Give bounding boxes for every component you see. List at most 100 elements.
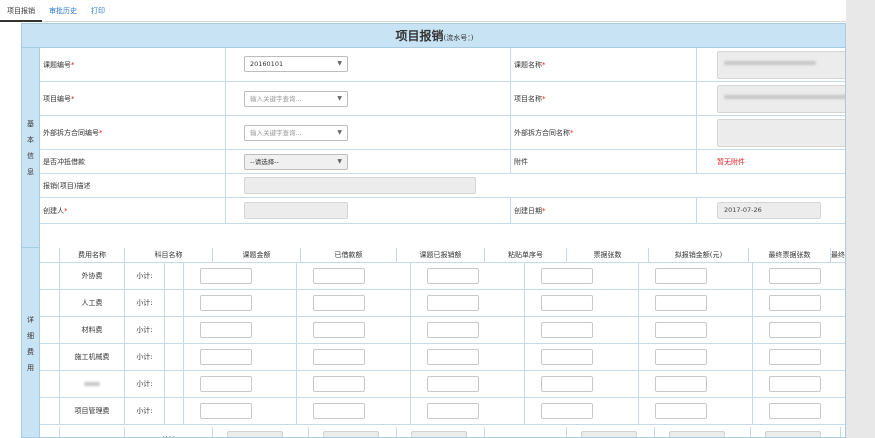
amount-input[interactable] (541, 295, 593, 311)
topic-name-label: 课题名称* (514, 60, 546, 69)
subtotal-label: 小计: (125, 317, 165, 343)
amount-input[interactable] (427, 322, 479, 338)
project-code-label: 项目编号* (43, 94, 75, 103)
amount-input[interactable] (200, 268, 252, 284)
amount-input[interactable] (313, 322, 365, 338)
amount-input[interactable] (313, 376, 365, 392)
amount-input[interactable] (200, 295, 252, 311)
subtotal-label: 小计: (125, 371, 165, 397)
amount-input[interactable] (655, 268, 707, 284)
amount-input[interactable] (541, 376, 593, 392)
reimburse-form: 项目报销(流水号：) 基 本 信 息 详 细 费 用 课题编号* 2016010… (21, 23, 846, 438)
attachment-label: 附件 (514, 157, 528, 166)
amount-input[interactable] (427, 403, 479, 419)
total-row: 总计 (40, 427, 845, 437)
side-label-detail: 详 细 费 用 (22, 248, 40, 437)
amount-input[interactable] (200, 349, 252, 365)
amount-input[interactable] (541, 349, 593, 365)
expense-detail-table: 费用名称 科目名称 课题金额 已借款额 课题已报销额 粘贴单序号 票据张数 拟报… (40, 248, 845, 437)
col-expense-name: 费用名称 (60, 248, 125, 262)
row-creator: 创建人* 创建日期* 2017-07-26 (40, 198, 845, 224)
amount-input[interactable] (541, 268, 593, 284)
amount-input[interactable] (427, 349, 479, 365)
amount-input[interactable] (655, 376, 707, 392)
amount-input[interactable] (769, 403, 821, 419)
table-row: 材料费 小计: (40, 317, 845, 344)
amount-input[interactable] (313, 295, 365, 311)
total-amount (669, 431, 725, 437)
serial-number: (流水号：) (443, 34, 474, 42)
col-borrowed: 已借款额 (301, 248, 397, 262)
col-bill-count: 票据张数 (567, 248, 649, 262)
total-reimbursed (411, 431, 467, 437)
amount-input[interactable] (427, 268, 479, 284)
subtotal-label: 小计: (125, 344, 165, 370)
expense-name-cell: 外协费 (60, 263, 125, 289)
contract-code-search-select[interactable]: 输入关键字查询... ▼ (244, 125, 348, 141)
amount-input[interactable] (769, 268, 821, 284)
topic-name-field (717, 51, 845, 79)
amount-input[interactable] (655, 322, 707, 338)
amount-input[interactable] (769, 322, 821, 338)
amount-input[interactable] (655, 403, 707, 419)
project-code-search-select[interactable]: 输入关键字查询... ▼ (244, 91, 348, 107)
topic-code-select[interactable]: 20160101 ▼ (244, 56, 348, 72)
offset-select[interactable]: --请选择-- ▼ (244, 154, 348, 170)
table-row: 小计: (40, 371, 845, 398)
chevron-down-icon: ▼ (337, 95, 342, 102)
project-name-label: 项目名称* (514, 94, 546, 103)
page: 项目报销 审批历史 打印 项目报销(流水号：) 基 本 信 息 详 细 费 用 … (0, 0, 846, 438)
col-final-bills: 最终票据张数 (749, 248, 831, 262)
table-row: 施工机械费 小计: (40, 344, 845, 371)
amount-input[interactable] (200, 403, 252, 419)
amount-input[interactable] (313, 349, 365, 365)
col-amount: 拟报销金额(元) (649, 248, 749, 262)
subtotal-label: 小计: (125, 398, 165, 424)
col-paste-seq: 粘贴单序号 (485, 248, 567, 262)
row-topic: 课题编号* 20160101 ▼ 课题名称* (40, 48, 845, 82)
side-label-basic: 基 本 信 息 (22, 48, 40, 248)
tab-print[interactable]: 打印 (84, 0, 112, 22)
total-bill-count (581, 431, 637, 437)
total-borrowed (323, 431, 379, 437)
chevron-down-icon: ▼ (337, 129, 342, 136)
amount-input[interactable] (313, 403, 365, 419)
amount-input[interactable] (769, 295, 821, 311)
amount-input[interactable] (541, 322, 593, 338)
amount-input[interactable] (200, 376, 252, 392)
contract-code-label: 外部拆方合同编号* (43, 128, 103, 137)
amount-input[interactable] (769, 349, 821, 365)
amount-input[interactable] (427, 295, 479, 311)
topic-code-label: 课题编号* (43, 60, 75, 69)
row-contract: 外部拆方合同编号* 输入关键字查询... ▼ 外部拆方合同名称* (40, 116, 845, 150)
total-final-bills (765, 431, 821, 437)
creator-field (244, 202, 348, 219)
table-row: 项目管理费 小计: (40, 398, 845, 425)
amount-input[interactable] (541, 403, 593, 419)
row-description: 报销(项目)描述 (40, 174, 845, 198)
col-final-amount: 最终报 (831, 251, 845, 259)
offset-label: 是否冲抵借款 (43, 157, 85, 166)
description-label: 报销(项目)描述 (43, 181, 91, 190)
total-topic-amount (227, 431, 283, 437)
expense-name-cell (60, 371, 125, 397)
amount-input[interactable] (313, 268, 365, 284)
expense-name-cell: 材料费 (60, 317, 125, 343)
amount-input[interactable] (655, 349, 707, 365)
row-offset: 是否冲抵借款 --请选择-- ▼ 附件 暂无附件 (40, 150, 845, 174)
expense-name-cell: 项目管理费 (60, 398, 125, 424)
col-subject-name: 科目名称 (125, 248, 213, 262)
amount-input[interactable] (655, 295, 707, 311)
description-input[interactable] (244, 177, 476, 194)
contract-name-field (717, 119, 845, 147)
table-header: 费用名称 科目名称 课题金额 已借款额 课题已报销额 粘贴单序号 票据张数 拟报… (40, 248, 845, 263)
amount-input[interactable] (769, 376, 821, 392)
tab-project-reimburse[interactable]: 项目报销 (0, 0, 42, 22)
table-row: 人工费 小计: (40, 290, 845, 317)
tab-approval-history[interactable]: 审批历史 (42, 0, 84, 22)
amount-input[interactable] (200, 322, 252, 338)
chevron-down-icon: ▼ (337, 158, 342, 165)
project-name-field (717, 85, 845, 113)
form-title-bar: 项目报销(流水号：) (22, 24, 845, 48)
amount-input[interactable] (427, 376, 479, 392)
